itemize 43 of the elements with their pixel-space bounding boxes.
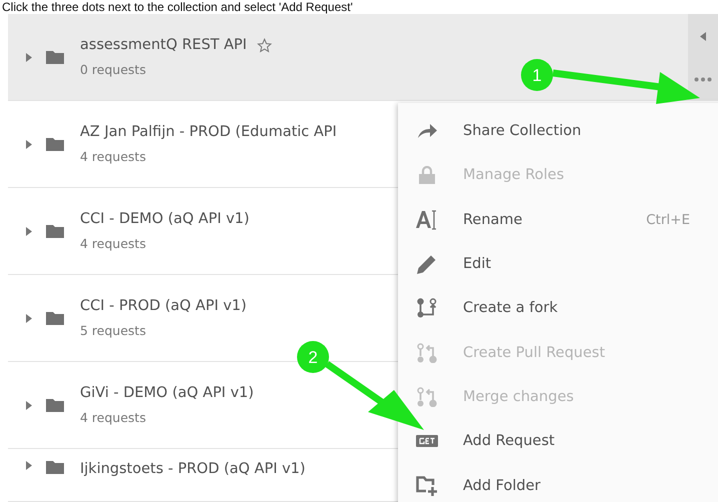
menu-item[interactable]: Add Folder <box>398 463 718 502</box>
branch-icon <box>417 298 437 318</box>
branch-icon <box>417 342 437 363</box>
menu-item[interactable]: Rename Ctrl+E <box>398 198 718 242</box>
pencil-icon <box>417 254 437 274</box>
more-options-icon[interactable] <box>694 77 712 82</box>
collapse-icon[interactable] <box>700 32 706 41</box>
request-count: 4 requests <box>80 410 147 425</box>
request-count: 4 requests <box>80 236 147 251</box>
collection-name: AZ Jan Palfijn - PROD (Edumatic API <box>80 124 337 140</box>
callout-badge: 1 <box>521 59 553 91</box>
share-arrow-icon <box>418 124 436 138</box>
collection-name: GiVi - DEMO (aQ API v1) <box>80 385 254 401</box>
folder-icon <box>46 461 64 474</box>
collection-name: Ijkingstoets - PROD (aQ API v1) <box>80 461 306 477</box>
add-folder-icon <box>416 476 438 496</box>
callout-badge: 2 <box>297 341 329 373</box>
folder-icon <box>46 224 64 238</box>
request-count: 5 requests <box>80 323 147 338</box>
caret-icon[interactable] <box>26 461 32 470</box>
text-cursor-icon <box>416 210 438 230</box>
branch-icon <box>417 386 437 407</box>
folder-icon <box>46 138 64 150</box>
request-count: 4 requests <box>80 149 147 164</box>
lock-icon <box>419 166 435 184</box>
menu-item[interactable]: Share Collection <box>398 109 718 154</box>
caret-icon[interactable] <box>26 140 32 148</box>
caret-icon[interactable] <box>26 400 32 410</box>
caret-icon[interactable] <box>26 314 32 322</box>
collection-name: assessmentQ REST API <box>80 37 247 53</box>
folder-icon <box>46 312 64 324</box>
caret-icon[interactable] <box>26 226 32 236</box>
instruction-text: Click the three dots next to the collection and select 'Add Request' <box>1 0 354 14</box>
folder-icon <box>46 398 64 412</box>
star-icon[interactable] <box>256 38 272 52</box>
request-count: 0 requests <box>80 62 147 77</box>
collection-name: CCI - PROD (aQ API v1) <box>80 298 247 314</box>
menu-item[interactable]: Create a fork <box>398 286 718 330</box>
shortcut-text: Ctrl+E <box>646 212 690 228</box>
get-request-icon <box>416 435 438 448</box>
caret-icon[interactable] <box>26 52 32 62</box>
folder-icon <box>46 50 64 64</box>
collection-name: CCI - DEMO (aQ API v1) <box>80 211 250 227</box>
